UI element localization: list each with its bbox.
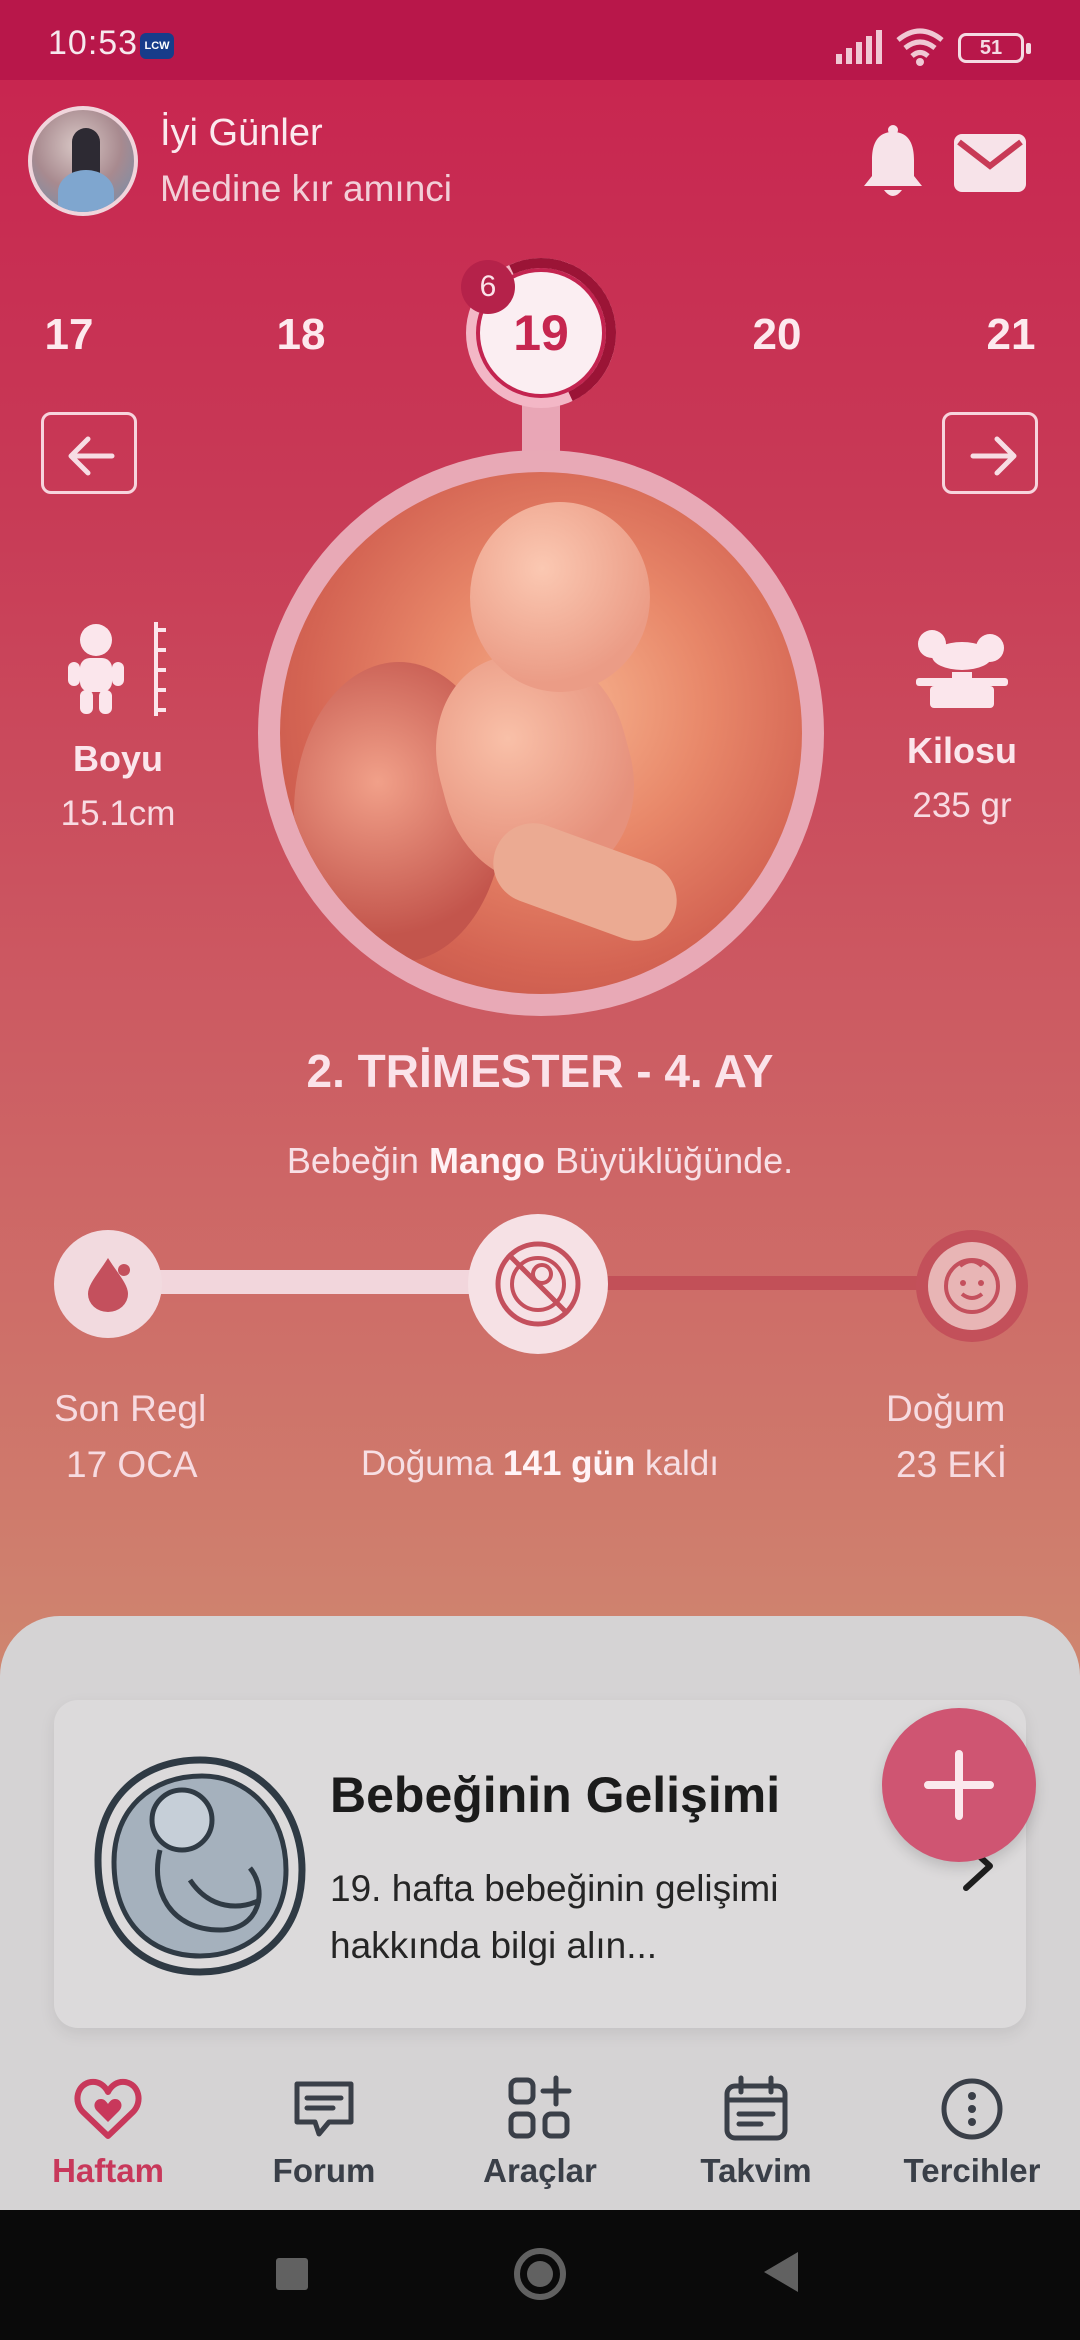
plus-icon [924,1750,994,1820]
size-fruit: Mango [428,1140,545,1181]
greeting-text: İyi Günler [160,112,323,154]
countdown-value: 141 gün [503,1444,636,1483]
tab-label: Araçlar [483,2152,597,2189]
timeline-progress-filled [150,1270,480,1294]
tab-label: Haftam [52,2152,164,2189]
tab-takvim[interactable]: Takvim [656,2074,856,2190]
avatar[interactable] [28,106,138,216]
bell-icon[interactable] [860,124,926,200]
fetus-outline-icon [94,1756,306,1976]
size-prefix: Bebeğin [286,1140,419,1181]
baby-scale-icon [916,630,1008,708]
battery-indicator: 51 [958,33,1031,63]
height-label: Boyu [73,738,163,779]
status-bar: 10:53 LCW 51 [0,0,1080,80]
week-17[interactable]: 17 [24,310,114,360]
next-week-button[interactable] [942,412,1038,494]
baby-height-icon [68,622,166,716]
fetus-head-shape [470,502,650,692]
birth-node [916,1230,1028,1342]
weight-label: Kilosu [906,730,1017,771]
size-comparison: Bebeğin Mango Büyüklüğünde. [0,1140,1080,1182]
week-20[interactable]: 20 [732,310,822,360]
user-name: Medine kır amınci [160,168,452,209]
fetus-circle-icon [495,1241,581,1327]
arrow-right-icon [970,436,1017,476]
timeline-progress-remaining [600,1276,930,1290]
week-18[interactable]: 18 [256,310,346,360]
tab-label: Tercihler [903,2152,1041,2189]
wifi-icon [896,28,944,66]
calendar-icon [724,2075,788,2141]
birth-node-inner [928,1242,1016,1330]
tab-tercihler[interactable]: Tercihler [872,2074,1072,2190]
mail-icon[interactable] [954,134,1026,192]
trimester-title: 2. TRİMESTER - 4. AY [306,1045,774,1097]
tab-forum[interactable]: Forum [224,2074,424,2190]
blood-drop-icon [88,1258,130,1312]
week-21[interactable]: 21 [966,310,1056,360]
home-button[interactable] [514,2248,566,2300]
birth-countdown: Doğuma 141 gün kaldı [0,1444,1080,1484]
chat-icon [294,2081,354,2137]
arrow-left-icon [68,436,115,476]
card-description: 19. hafta bebeğinin gelişimi hakkında bi… [330,1868,779,1966]
card-title: Bebeğinin Gelişimi [330,1767,781,1823]
tab-araclar[interactable]: Araçlar [440,2074,640,2190]
countdown-prefix: Doğuma [361,1444,494,1483]
birth-label: Doğum [886,1388,1006,1429]
baby-face-icon [944,1258,1000,1314]
app-screen: 10:53 LCW 51 İyi Günler Medine kır amınc… [0,0,1080,2210]
height-value: 15.1cm [60,794,176,833]
fetus-image[interactable] [280,472,802,994]
countdown-suffix: kaldı [645,1444,719,1483]
carrier-badge: LCW [140,33,174,59]
back-button[interactable] [764,2252,798,2292]
add-button[interactable] [882,1708,1036,1862]
recents-button[interactable] [276,2258,308,2290]
weight-value: 235 gr [912,786,1012,825]
more-icon [941,2078,1003,2140]
period-node [54,1230,162,1338]
previous-week-button[interactable] [41,412,137,494]
status-time: 10:53 [48,24,139,62]
signal-icon [836,30,882,64]
tab-label: Forum [272,2152,376,2189]
grid-plus-icon [508,2075,572,2139]
avatar-dress [58,170,114,212]
day-badge: 6 [461,260,515,314]
period-label: Son Regl [54,1388,207,1429]
pregnancy-node [468,1214,608,1354]
heart-icon [74,2078,142,2139]
tab-haftam[interactable]: Haftam [8,2074,208,2190]
tab-label: Takvim [700,2152,812,2189]
size-suffix: Büyüklüğünde. [554,1140,794,1181]
